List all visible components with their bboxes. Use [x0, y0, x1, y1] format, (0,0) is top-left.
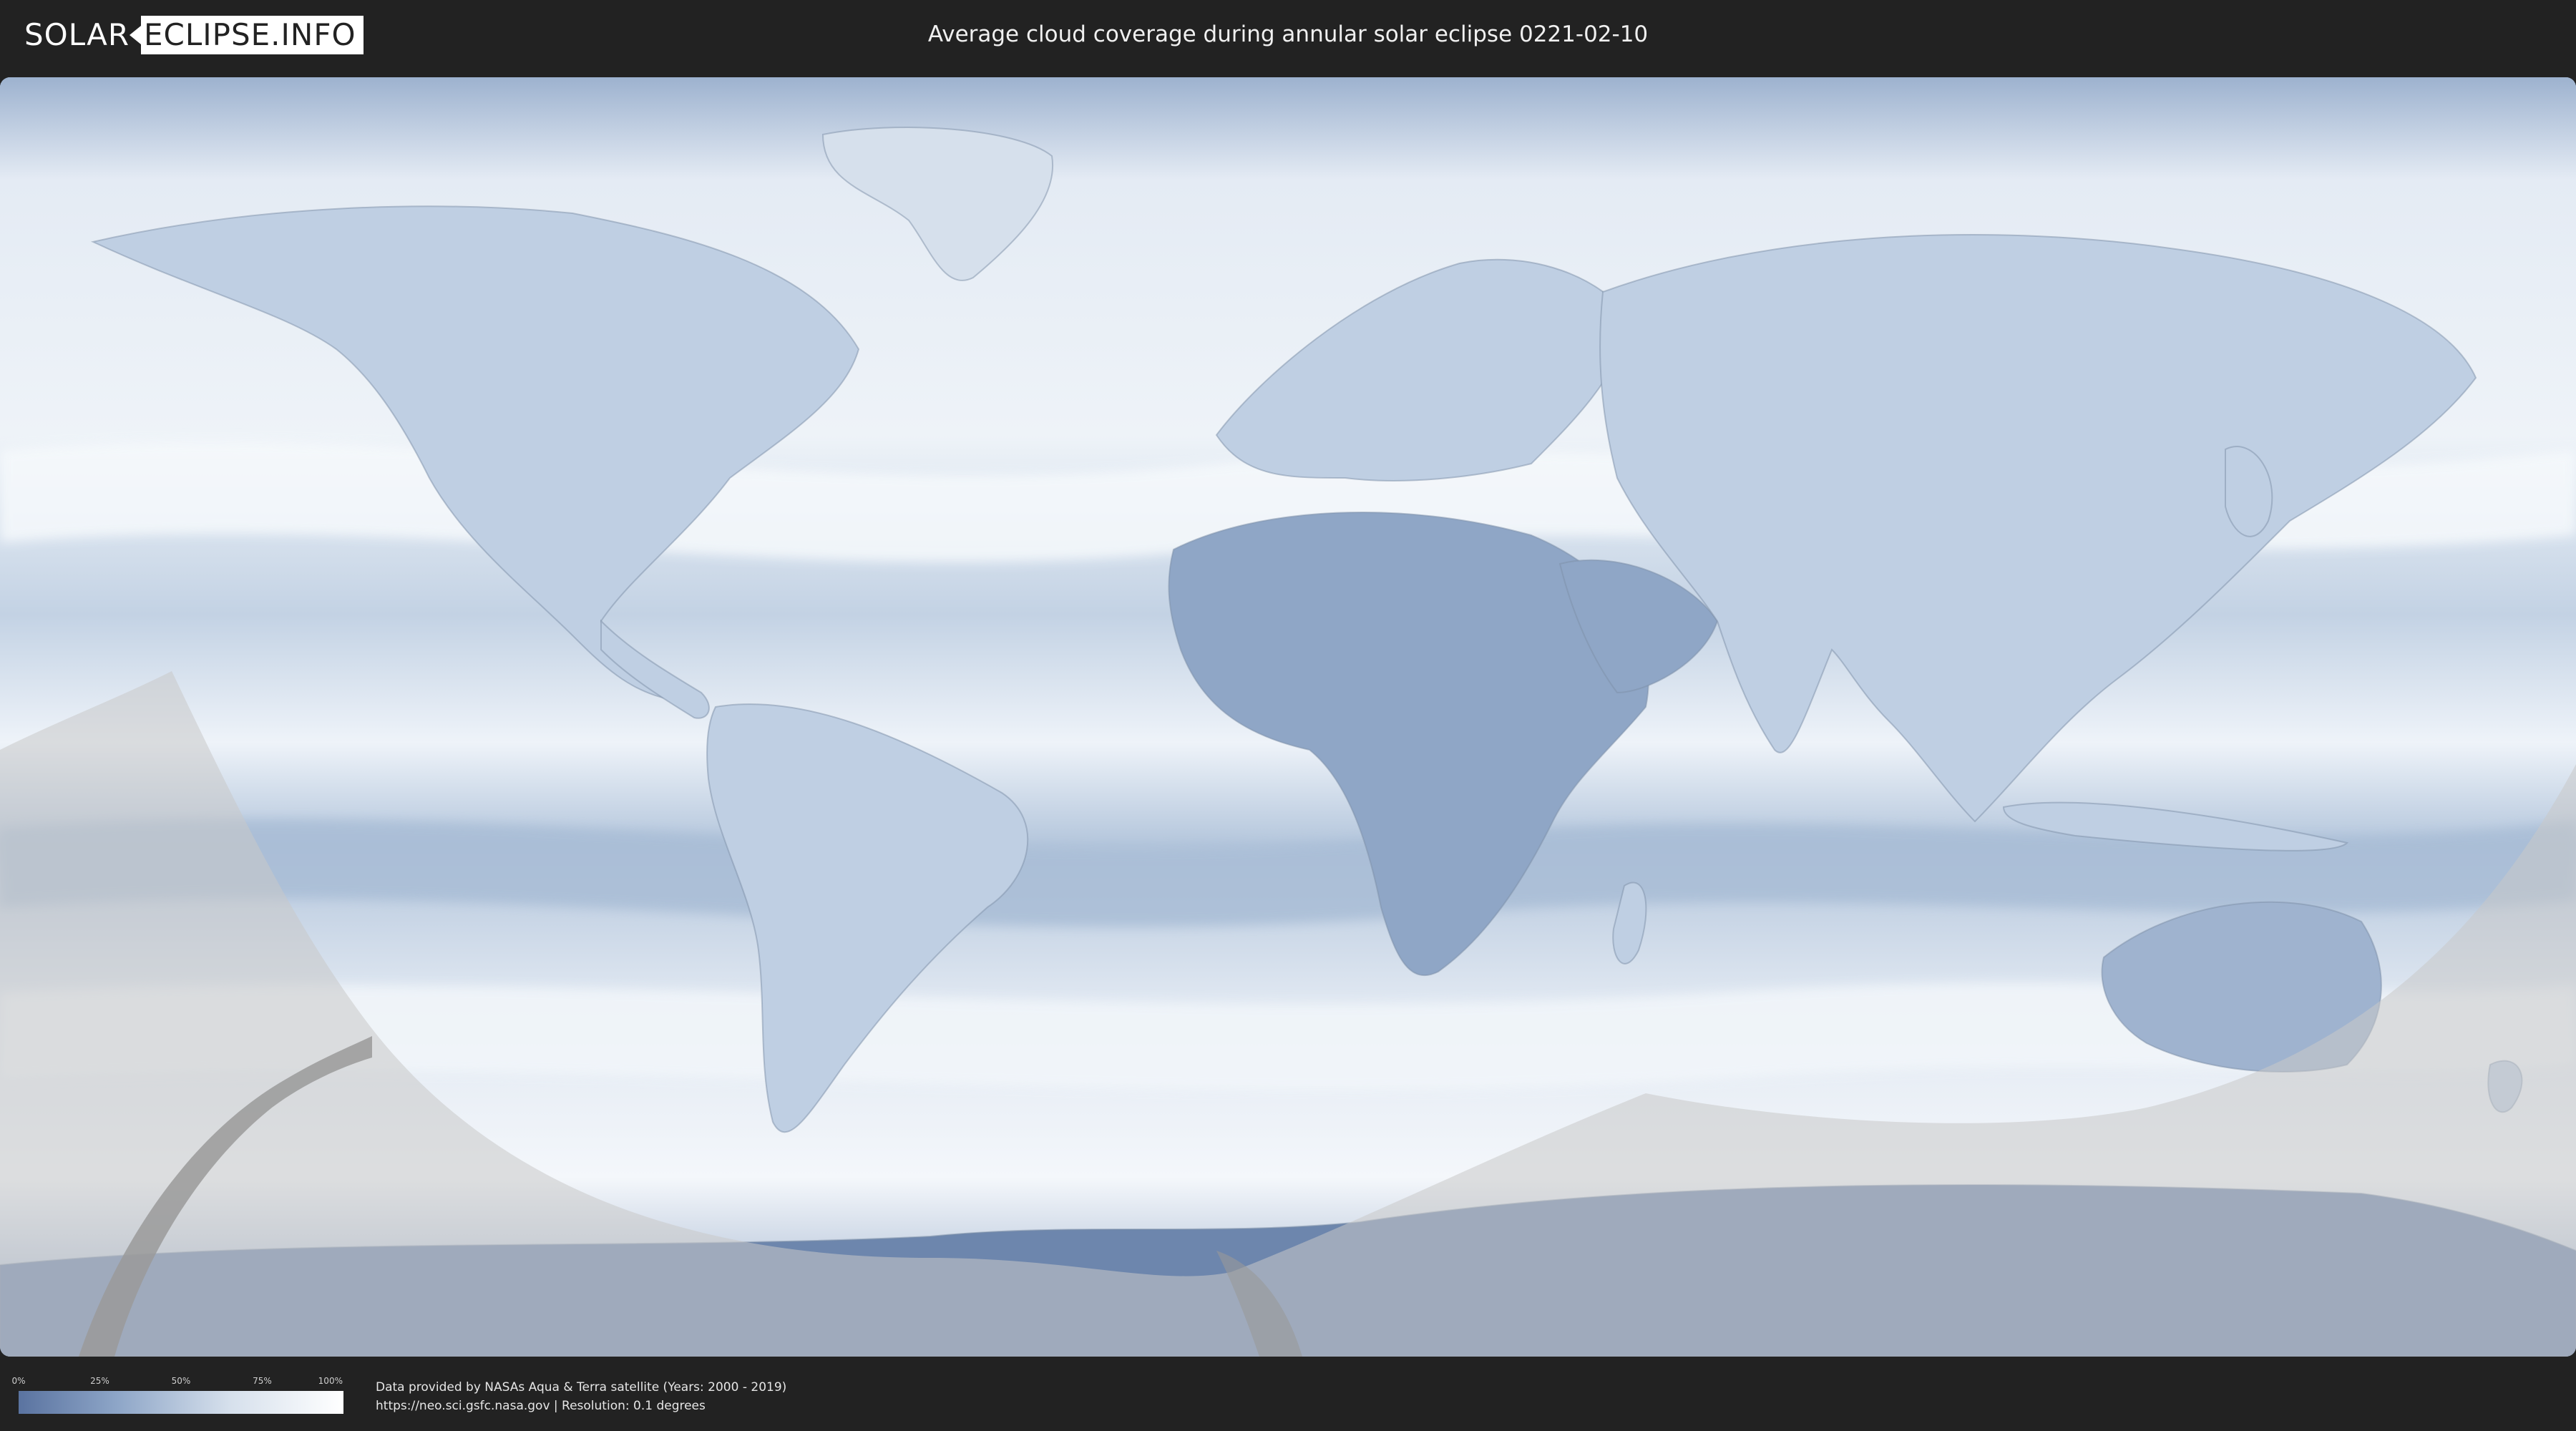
legend-tick-100: 100% [318, 1376, 343, 1386]
credits-url: https://neo.sci.gsfc.nasa.gov | Resoluti… [376, 1399, 706, 1413]
cloud-coverage-map[interactable] [0, 77, 2576, 1357]
legend-tick-50: 50% [171, 1376, 191, 1386]
header-bar: SOLAR ECLIPSE.INFO Average cloud coverag… [0, 0, 2576, 72]
cloud-coverage-legend-bar [19, 1391, 343, 1414]
legend-tick-0: 0% [11, 1376, 26, 1386]
data-credits: Data provided by NASAs Aqua & Terra sate… [376, 1378, 786, 1415]
legend-tick-25: 25% [90, 1376, 109, 1386]
legend-tick-75: 75% [253, 1376, 272, 1386]
page-title: Average cloud coverage during annular so… [927, 21, 1649, 47]
legend-tick-labels: 0% 25% 50% 75% 100% [11, 1375, 343, 1387]
credits-source: Data provided by NASAs Aqua & Terra sate… [376, 1380, 787, 1395]
